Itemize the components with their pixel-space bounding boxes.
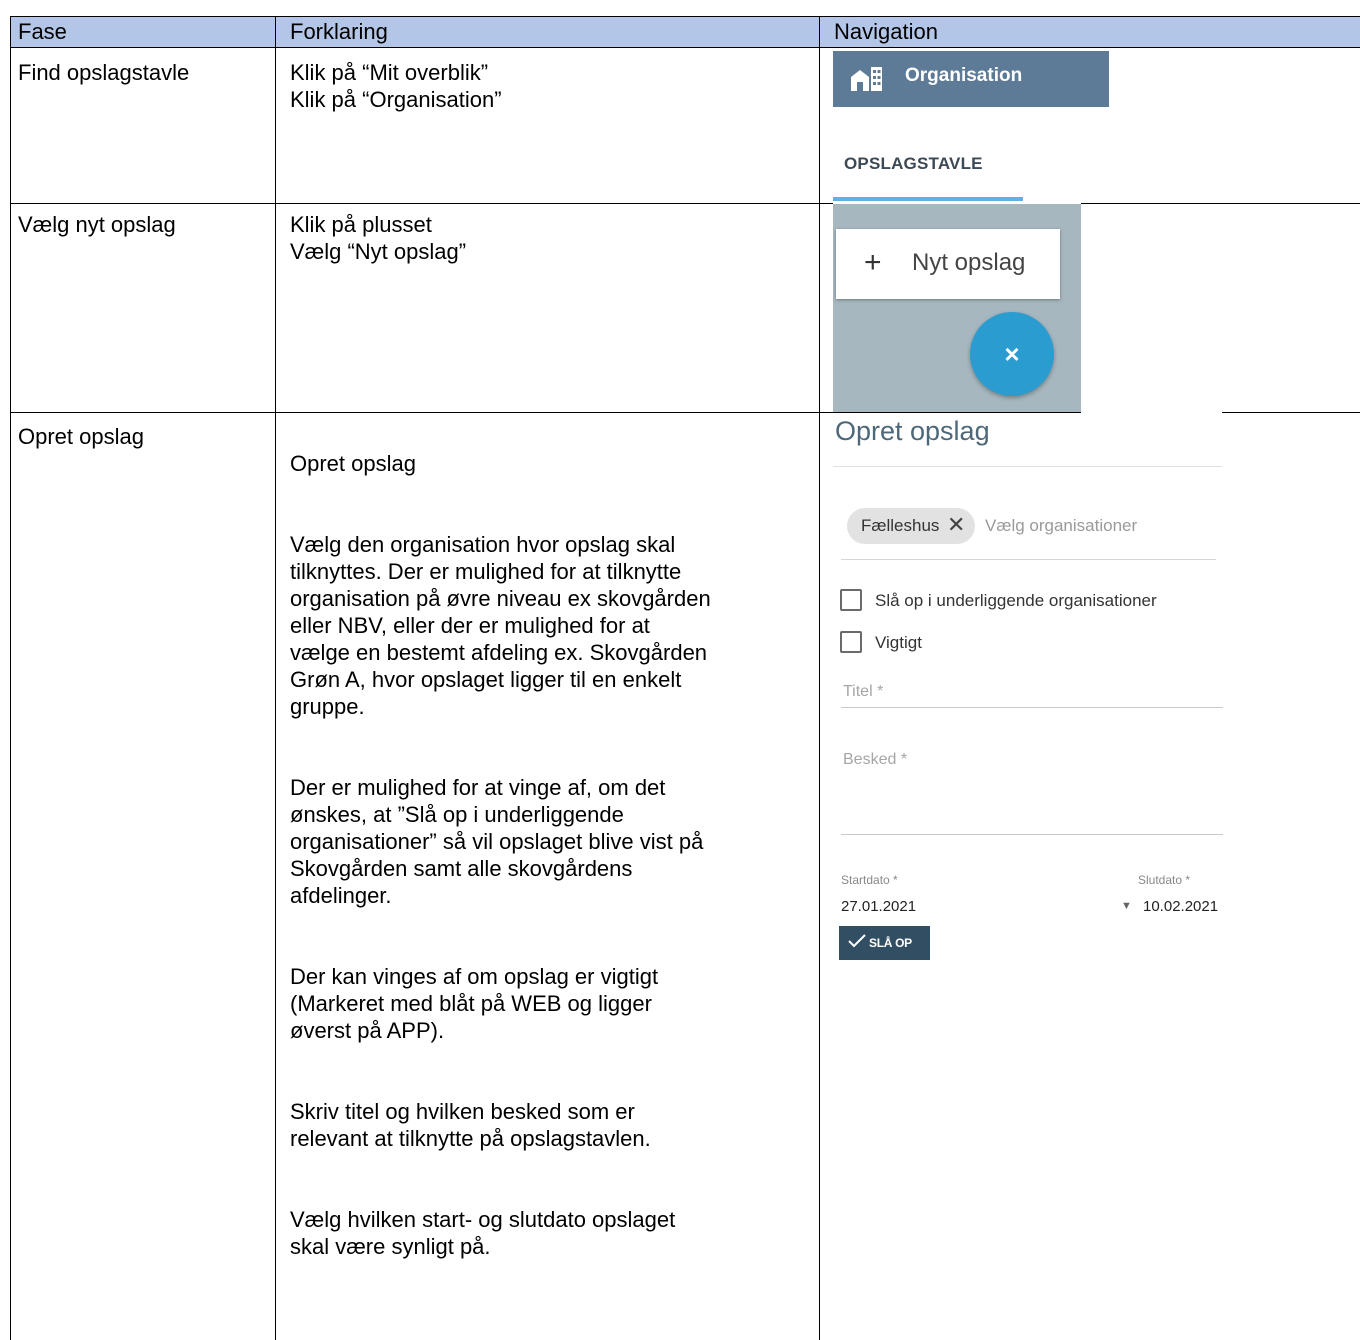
row3-para-5: Skriv titel og hvilken besked som er rel… (290, 1099, 651, 1151)
new-post-label: Nyt opslag (912, 249, 1026, 276)
table-border-top (10, 16, 1360, 17)
chip-label: Fælleshus (861, 516, 940, 535)
tab-active-indicator (833, 197, 1023, 201)
submit-button[interactable]: SLÅ OP (839, 926, 930, 960)
table-border-row1 (10, 203, 833, 204)
start-date-input[interactable]: 27.01.2021 (841, 898, 916, 915)
end-date-label: Slutdato * (1138, 873, 1191, 887)
organisation-menu-item[interactable]: Organisation (833, 51, 1109, 107)
building-icon (851, 67, 882, 91)
end-date-input[interactable]: 10.02.2021 (1143, 898, 1218, 915)
message-field-label: Besked * (843, 751, 908, 768)
table-header-background (10, 17, 1360, 47)
form-title: Opret opslag (835, 416, 990, 446)
close-fab-button[interactable]: × (970, 312, 1054, 396)
checkbox-underliggende-label: Slå op i underliggende organisationer (875, 591, 1157, 610)
organisation-search-input[interactable]: Vælg organisationer (985, 516, 1137, 536)
checkbox-vigtigt-label: Vigtigt (875, 633, 922, 652)
chevron-down-icon[interactable]: ▼ (1121, 900, 1132, 912)
row3-para-6: Vælg hvilken start- og slutdato opslaget… (290, 1207, 676, 1259)
title-field-label: Titel * (843, 683, 884, 700)
close-icon: × (1004, 339, 1020, 369)
checkbox-underliggende[interactable] (840, 589, 862, 611)
table-border-header (10, 47, 1360, 48)
row3-para-1: Opret opslag (290, 451, 416, 476)
tab-opslagstavle[interactable]: OPSLAGSTAVLE (844, 154, 983, 174)
plus-icon: + (864, 246, 882, 279)
form-top-gap (1081, 412, 1222, 413)
row3-forklaring: Opret opslag Vælg den organisation hvor … (290, 423, 815, 1314)
organisation-label: Organisation (905, 65, 1023, 86)
row2-forklaring: Klik på plusset Vælg “Nyt opslag” (290, 212, 467, 264)
start-date-label: Startdato * (841, 873, 898, 887)
row3-para-2: Vælg den organisation hvor opslag skal t… (290, 532, 711, 719)
new-post-menu-item[interactable]: + Nyt opslag (836, 229, 1060, 299)
form-title-divider (833, 466, 1222, 467)
table-border-row1-right (1081, 203, 1360, 204)
table-border-col2 (819, 16, 820, 1340)
header-fase: Fase (18, 19, 67, 44)
table-border-left (10, 16, 11, 1340)
organisation-chip[interactable]: Fælleshus ✕ (847, 508, 975, 544)
checkbox-vigtigt[interactable] (840, 631, 862, 653)
row1-forklaring: Klik på “Mit overblik” Klik på “Organisa… (290, 60, 502, 112)
row3-fase: Opret opslag (18, 424, 144, 449)
chip-remove-icon[interactable]: ✕ (947, 512, 965, 538)
submit-label: SLÅ OP (869, 936, 912, 950)
message-input[interactable] (841, 834, 1223, 835)
title-input[interactable] (841, 707, 1223, 708)
header-navigation: Navigation (834, 19, 938, 44)
table-border-col1 (275, 16, 276, 1340)
row2-fase: Vælg nyt opslag (18, 212, 176, 237)
row3-para-4: Der kan vinges af om opslag er vigtigt (… (290, 964, 659, 1043)
check-icon (848, 934, 866, 948)
organisation-field-underline (841, 559, 1216, 560)
row3-para-3: Der er mulighed for at vinge af, om det … (290, 775, 704, 908)
row1-fase: Find opslagstavle (18, 60, 190, 85)
header-forklaring: Forklaring (290, 19, 388, 44)
